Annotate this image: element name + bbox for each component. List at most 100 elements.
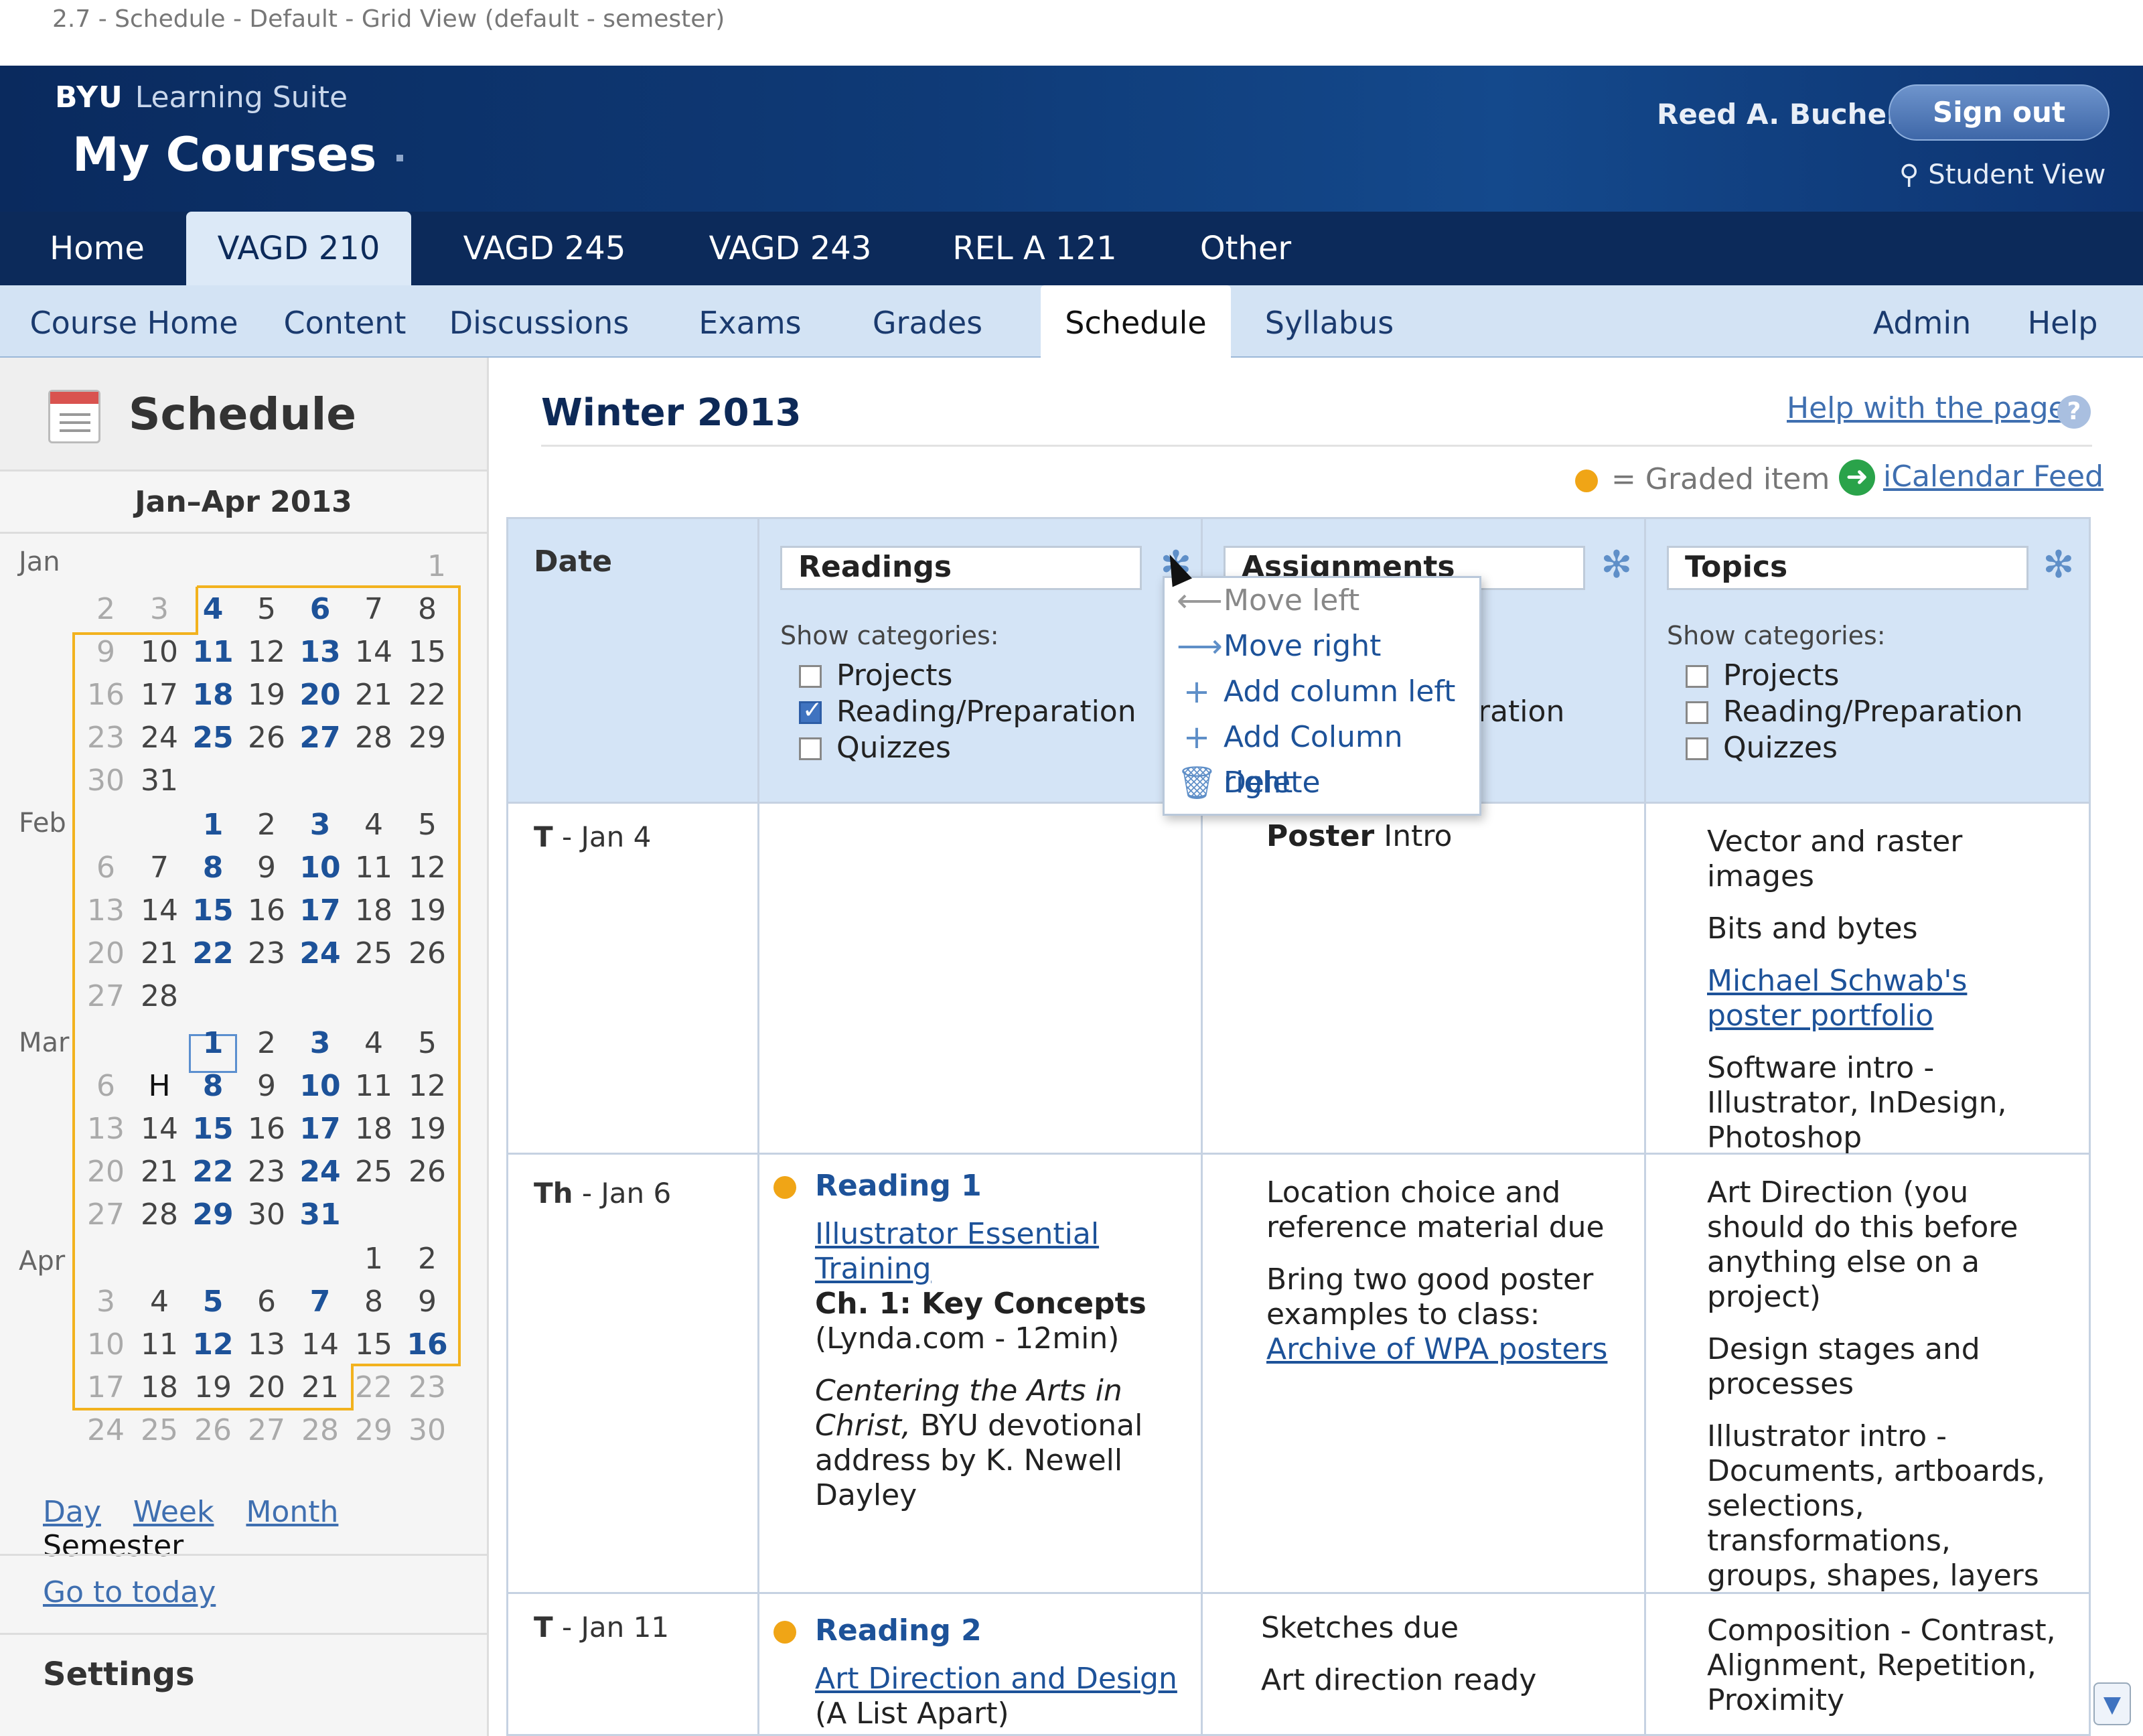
calendar-day[interactable]: 7 bbox=[293, 1285, 347, 1319]
calendar-day[interactable]: 24 bbox=[293, 936, 347, 970]
calendar-day[interactable]: 1 bbox=[347, 1242, 400, 1276]
readings-column-title[interactable]: Readings bbox=[780, 546, 1142, 590]
calendar-day[interactable]: 3 bbox=[133, 592, 186, 626]
calendar-day[interactable]: 8 bbox=[186, 1069, 240, 1103]
scroll-down-button[interactable]: ▼ bbox=[2093, 1682, 2131, 1725]
checkbox[interactable] bbox=[799, 737, 822, 760]
reading-link[interactable]: Illustrator Essential Training bbox=[815, 1217, 1099, 1286]
reading-link[interactable]: Art Direction and Design bbox=[815, 1662, 1177, 1696]
calendar-day[interactable]: 23 bbox=[400, 1370, 454, 1404]
calendar-day[interactable]: 20 bbox=[293, 678, 347, 712]
calendar-day[interactable]: 19 bbox=[400, 893, 454, 928]
calendar-day[interactable]: 22 bbox=[186, 936, 240, 970]
calendar-day[interactable]: 7 bbox=[133, 851, 186, 885]
topics-cat-quizzes[interactable]: Quizzes bbox=[1686, 731, 1838, 765]
calendar-day[interactable]: 16 bbox=[400, 1327, 454, 1362]
tab-other[interactable]: Other bbox=[1172, 212, 1319, 285]
brand-logo[interactable]: BYU Learning Suite bbox=[55, 80, 348, 115]
calendar-day[interactable]: 30 bbox=[400, 1413, 454, 1447]
calendar-day[interactable]: 13 bbox=[240, 1327, 293, 1362]
calendar-day[interactable]: 16 bbox=[79, 678, 133, 712]
checkbox[interactable] bbox=[799, 665, 822, 688]
calendar-day[interactable]: 29 bbox=[186, 1198, 240, 1232]
calendar-day[interactable]: 24 bbox=[79, 1413, 133, 1447]
calendar-day[interactable]: 10 bbox=[293, 851, 347, 885]
calendar-day[interactable]: 10 bbox=[293, 1069, 347, 1103]
calendar-day[interactable]: 3 bbox=[293, 1026, 347, 1060]
calendar-day[interactable]: 5 bbox=[186, 1285, 240, 1319]
calendar-day[interactable]: 12 bbox=[186, 1327, 240, 1362]
go-to-today-link[interactable]: Go to today bbox=[43, 1575, 216, 1609]
calendar-day[interactable]: 28 bbox=[347, 721, 400, 755]
calendar-day[interactable]: 11 bbox=[347, 1069, 400, 1103]
calendar-day[interactable]: 17 bbox=[79, 1370, 133, 1404]
calendar-day[interactable]: 4 bbox=[133, 1285, 186, 1319]
tab-help[interactable]: Help bbox=[2016, 285, 2110, 358]
calendar-day[interactable]: 31 bbox=[293, 1198, 347, 1232]
calendar-day[interactable]: 6 bbox=[79, 1069, 133, 1103]
ical-arrow-icon[interactable]: ➜ bbox=[1839, 459, 1875, 496]
calendar-day[interactable]: 13 bbox=[79, 1112, 133, 1146]
calendar-day[interactable]: 24 bbox=[293, 1155, 347, 1189]
calendar-day[interactable]: 9 bbox=[400, 1285, 454, 1319]
calendar-day[interactable]: 30 bbox=[79, 764, 133, 798]
calendar-day[interactable]: 25 bbox=[133, 1413, 186, 1447]
calendar-day[interactable]: 6 bbox=[79, 851, 133, 885]
calendar-day[interactable]: 16 bbox=[240, 1112, 293, 1146]
student-view-link[interactable]: ⚲ Student View bbox=[1899, 159, 2105, 190]
calendar-day[interactable]: 5 bbox=[400, 1026, 454, 1060]
calendar-day[interactable]: 18 bbox=[133, 1370, 186, 1404]
calendar-day[interactable]: 31 bbox=[133, 764, 186, 798]
calendar-day[interactable]: 27 bbox=[79, 979, 133, 1013]
calendar-day[interactable]: 19 bbox=[240, 678, 293, 712]
calendar-day[interactable]: 12 bbox=[400, 851, 454, 885]
calendar-day[interactable]: 8 bbox=[400, 592, 454, 626]
calendar-day[interactable]: 2 bbox=[240, 1026, 293, 1060]
calendar-day[interactable]: 10 bbox=[133, 635, 186, 669]
topics-cat-projects[interactable]: Projects bbox=[1686, 658, 1839, 693]
calendar-day[interactable]: 5 bbox=[240, 592, 293, 626]
calendar-day[interactable]: 1 bbox=[186, 808, 240, 842]
calendar-day[interactable]: 29 bbox=[400, 721, 454, 755]
calendar-day[interactable]: 17 bbox=[293, 893, 347, 928]
calendar-day[interactable]: 21 bbox=[293, 1370, 347, 1404]
calendar-day[interactable]: 28 bbox=[133, 979, 186, 1013]
calendar-day[interactable]: 21 bbox=[133, 936, 186, 970]
calendar-day[interactable]: 14 bbox=[347, 635, 400, 669]
calendar-day[interactable]: 27 bbox=[293, 721, 347, 755]
calendar-day[interactable]: 26 bbox=[400, 1155, 454, 1189]
calendar-day[interactable]: 14 bbox=[133, 893, 186, 928]
readings-cat-reading[interactable]: Reading/Preparation bbox=[799, 695, 1136, 729]
checkbox-checked[interactable] bbox=[799, 697, 822, 724]
calendar-day[interactable]: 9 bbox=[240, 851, 293, 885]
calendar-day[interactable]: 15 bbox=[347, 1327, 400, 1362]
tab-vagd-245[interactable]: VAGD 245 bbox=[442, 212, 647, 285]
calendar-day[interactable]: 10 bbox=[79, 1327, 133, 1362]
calendar-day[interactable]: 30 bbox=[240, 1198, 293, 1232]
calendar-day[interactable]: 6 bbox=[293, 592, 347, 626]
view-day-link[interactable]: Day bbox=[43, 1495, 101, 1529]
calendar-day[interactable]: 14 bbox=[133, 1112, 186, 1146]
calendar-day[interactable]: 13 bbox=[293, 635, 347, 669]
calendar-day[interactable]: 12 bbox=[240, 635, 293, 669]
calendar-day[interactable]: 25 bbox=[186, 721, 240, 755]
view-week-link[interactable]: Week bbox=[133, 1495, 214, 1529]
calendar-day[interactable]: 17 bbox=[293, 1112, 347, 1146]
calendar-day[interactable]: 11 bbox=[347, 851, 400, 885]
calendar-day[interactable]: 19 bbox=[186, 1370, 240, 1404]
sign-out-button[interactable]: Sign out bbox=[1889, 84, 2110, 141]
calendar-day[interactable]: 27 bbox=[240, 1413, 293, 1447]
checkbox[interactable] bbox=[1686, 665, 1708, 688]
calendar-day[interactable]: 26 bbox=[186, 1413, 240, 1447]
readings-cat-projects[interactable]: Projects bbox=[799, 658, 952, 693]
calendar-day[interactable]: 13 bbox=[79, 893, 133, 928]
calendar-day[interactable]: 15 bbox=[186, 893, 240, 928]
calendar-day[interactable]: 23 bbox=[240, 1155, 293, 1189]
calendar-day[interactable]: 12 bbox=[400, 1069, 454, 1103]
calendar-day[interactable]: 18 bbox=[347, 1112, 400, 1146]
tab-vagd-243[interactable]: VAGD 243 bbox=[683, 212, 897, 285]
calendar-day[interactable]: 18 bbox=[347, 893, 400, 928]
calendar-day[interactable]: 19 bbox=[400, 1112, 454, 1146]
calendar-day[interactable]: 2 bbox=[400, 1242, 454, 1276]
tab-vagd-210[interactable]: VAGD 210 bbox=[186, 212, 411, 285]
